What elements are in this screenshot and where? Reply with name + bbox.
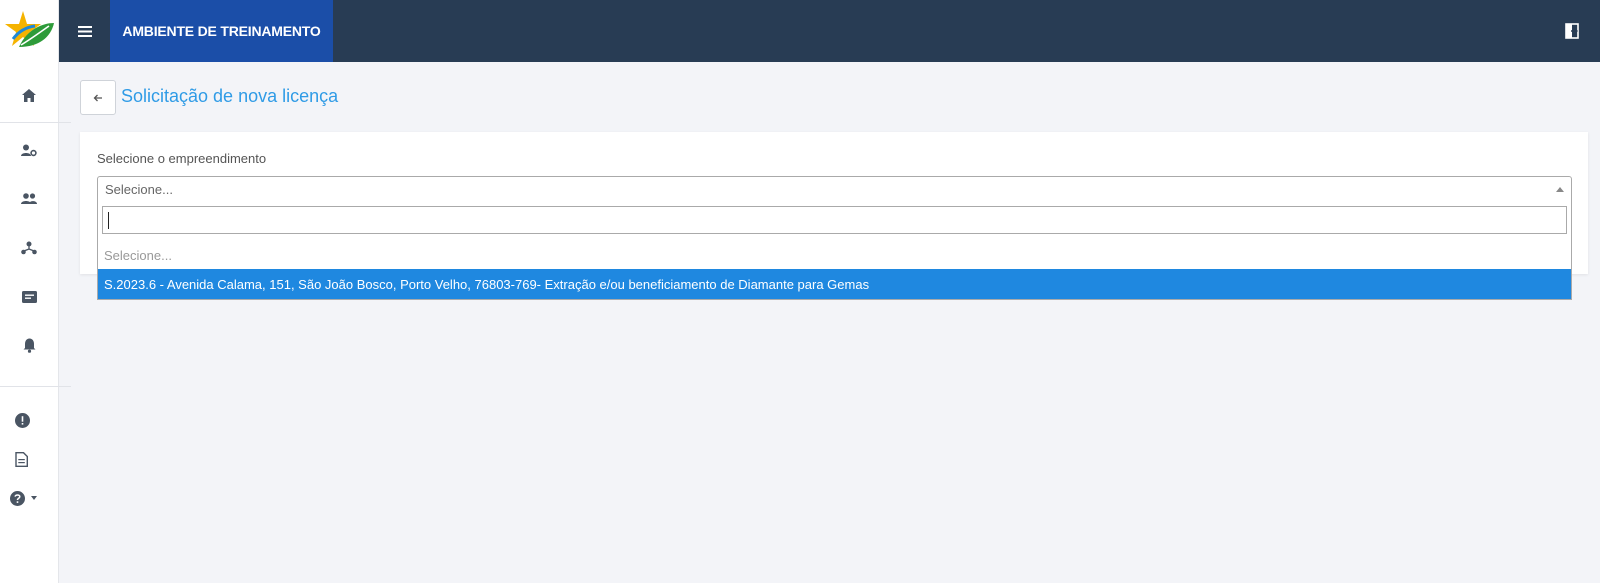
document-folder-icon[interactable] [17, 285, 41, 309]
arrow-left-icon [93, 94, 102, 101]
dropdown-option-placeholder[interactable]: Selecione... [98, 240, 1571, 270]
exit-door-icon[interactable] [1560, 19, 1584, 43]
bell-icon[interactable] [17, 333, 41, 357]
empreendimento-select[interactable]: Selecione... [97, 176, 1572, 203]
sidebar [0, 0, 71, 583]
hamburger-menu-icon[interactable] [73, 19, 97, 43]
alert-circle-icon[interactable] [10, 408, 34, 432]
user-settings-icon[interactable] [17, 138, 41, 162]
environment-badge: AMBIENTE DE TREINAMENTO [110, 0, 333, 62]
dropdown-search-input[interactable] [102, 206, 1567, 234]
select-dropdown: Selecione... S.2023.6 - Avenida Calama, … [97, 202, 1572, 300]
dropdown-option-highlighted[interactable]: S.2023.6 - Avenida Calama, 151, São João… [98, 269, 1571, 299]
hierarchy-icon[interactable] [17, 236, 41, 260]
users-icon[interactable] [17, 187, 41, 211]
app-logo[interactable] [0, 0, 59, 62]
home-icon[interactable] [17, 83, 41, 107]
top-bar: AMBIENTE DE TREINAMENTO [59, 0, 1600, 62]
field-label: Selecione o empreendimento [97, 151, 267, 166]
text-cursor [108, 212, 109, 229]
chevron-up-icon [1556, 187, 1564, 192]
back-button[interactable] [80, 80, 116, 115]
help-circle-icon[interactable] [10, 486, 44, 510]
sidebar-divider [0, 122, 71, 123]
select-value: Selecione... [105, 182, 173, 197]
sidebar-divider [0, 386, 71, 387]
chevron-down-icon [31, 496, 37, 500]
star-leaf-logo-icon [4, 11, 54, 47]
file-text-icon[interactable] [9, 447, 33, 471]
page-title: Solicitação de nova licença [121, 86, 339, 106]
